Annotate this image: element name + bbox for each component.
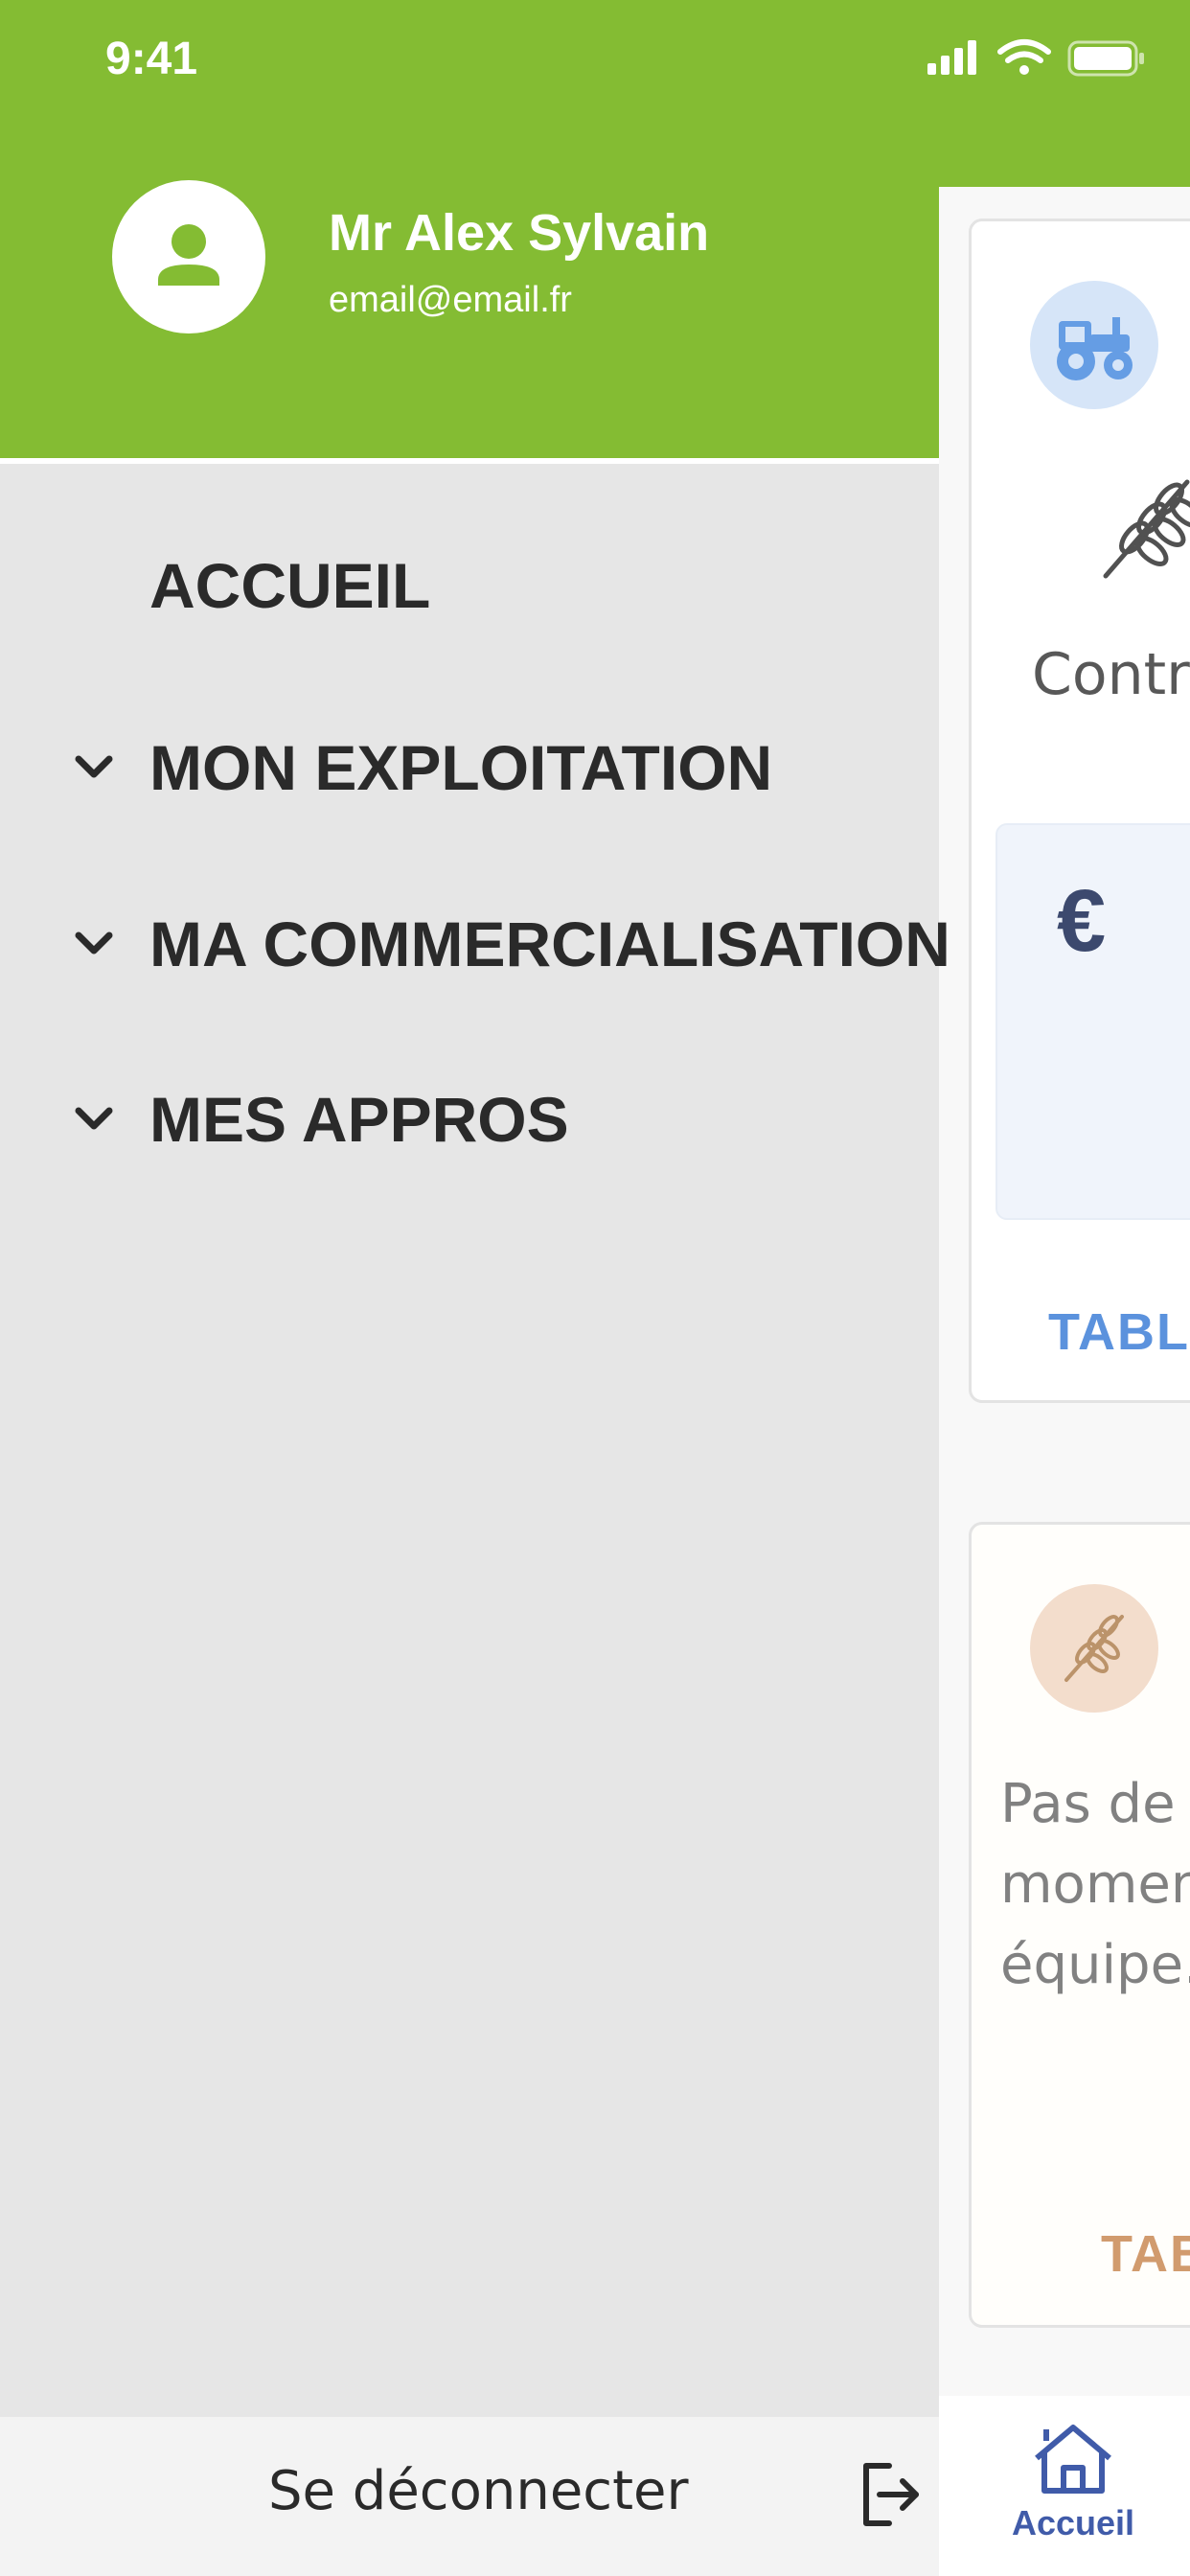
menu-item-mes-appros[interactable]: MES APPROS (0, 1067, 939, 1172)
user-name: Mr Alex Sylvain (329, 204, 710, 262)
menu-item-ma-commercialisation[interactable]: MA COMMERCIALISATION (0, 891, 950, 997)
avatar[interactable] (112, 180, 265, 334)
menu-item-label: MES APPROS (149, 1084, 569, 1155)
signal-icon (927, 40, 976, 75)
menu-item-accueil[interactable]: ACCUEIL (0, 533, 939, 638)
battery-icon (1067, 40, 1144, 77)
status-icons (927, 34, 1148, 87)
logout-button[interactable]: Se déconnecter (0, 2417, 939, 2576)
menu-item-label: MON EXPLOITATION (149, 732, 773, 803)
drawer-divider (0, 458, 939, 464)
logout-icon (863, 2463, 919, 2526)
user-icon (158, 224, 219, 286)
user-email: email@email.fr (329, 280, 572, 320)
chevron-down-icon (75, 755, 113, 778)
wifi-icon (997, 39, 1051, 63)
chevron-down-icon (75, 932, 113, 954)
menu-item-mon-exploitation[interactable]: MON EXPLOITATION (0, 715, 939, 820)
logout-label: Se déconnecter (268, 2460, 689, 2522)
status-time: 9:41 (105, 34, 198, 84)
chevron-down-icon (75, 1107, 113, 1130)
drawer-scrim[interactable] (939, 187, 1190, 2576)
menu-item-label: ACCUEIL (149, 550, 431, 621)
menu-item-label: MA COMMERCIALISATION (149, 908, 950, 979)
side-drawer: Mr Alex Sylvain email@email.fr ACCUEIL M… (0, 0, 950, 2576)
